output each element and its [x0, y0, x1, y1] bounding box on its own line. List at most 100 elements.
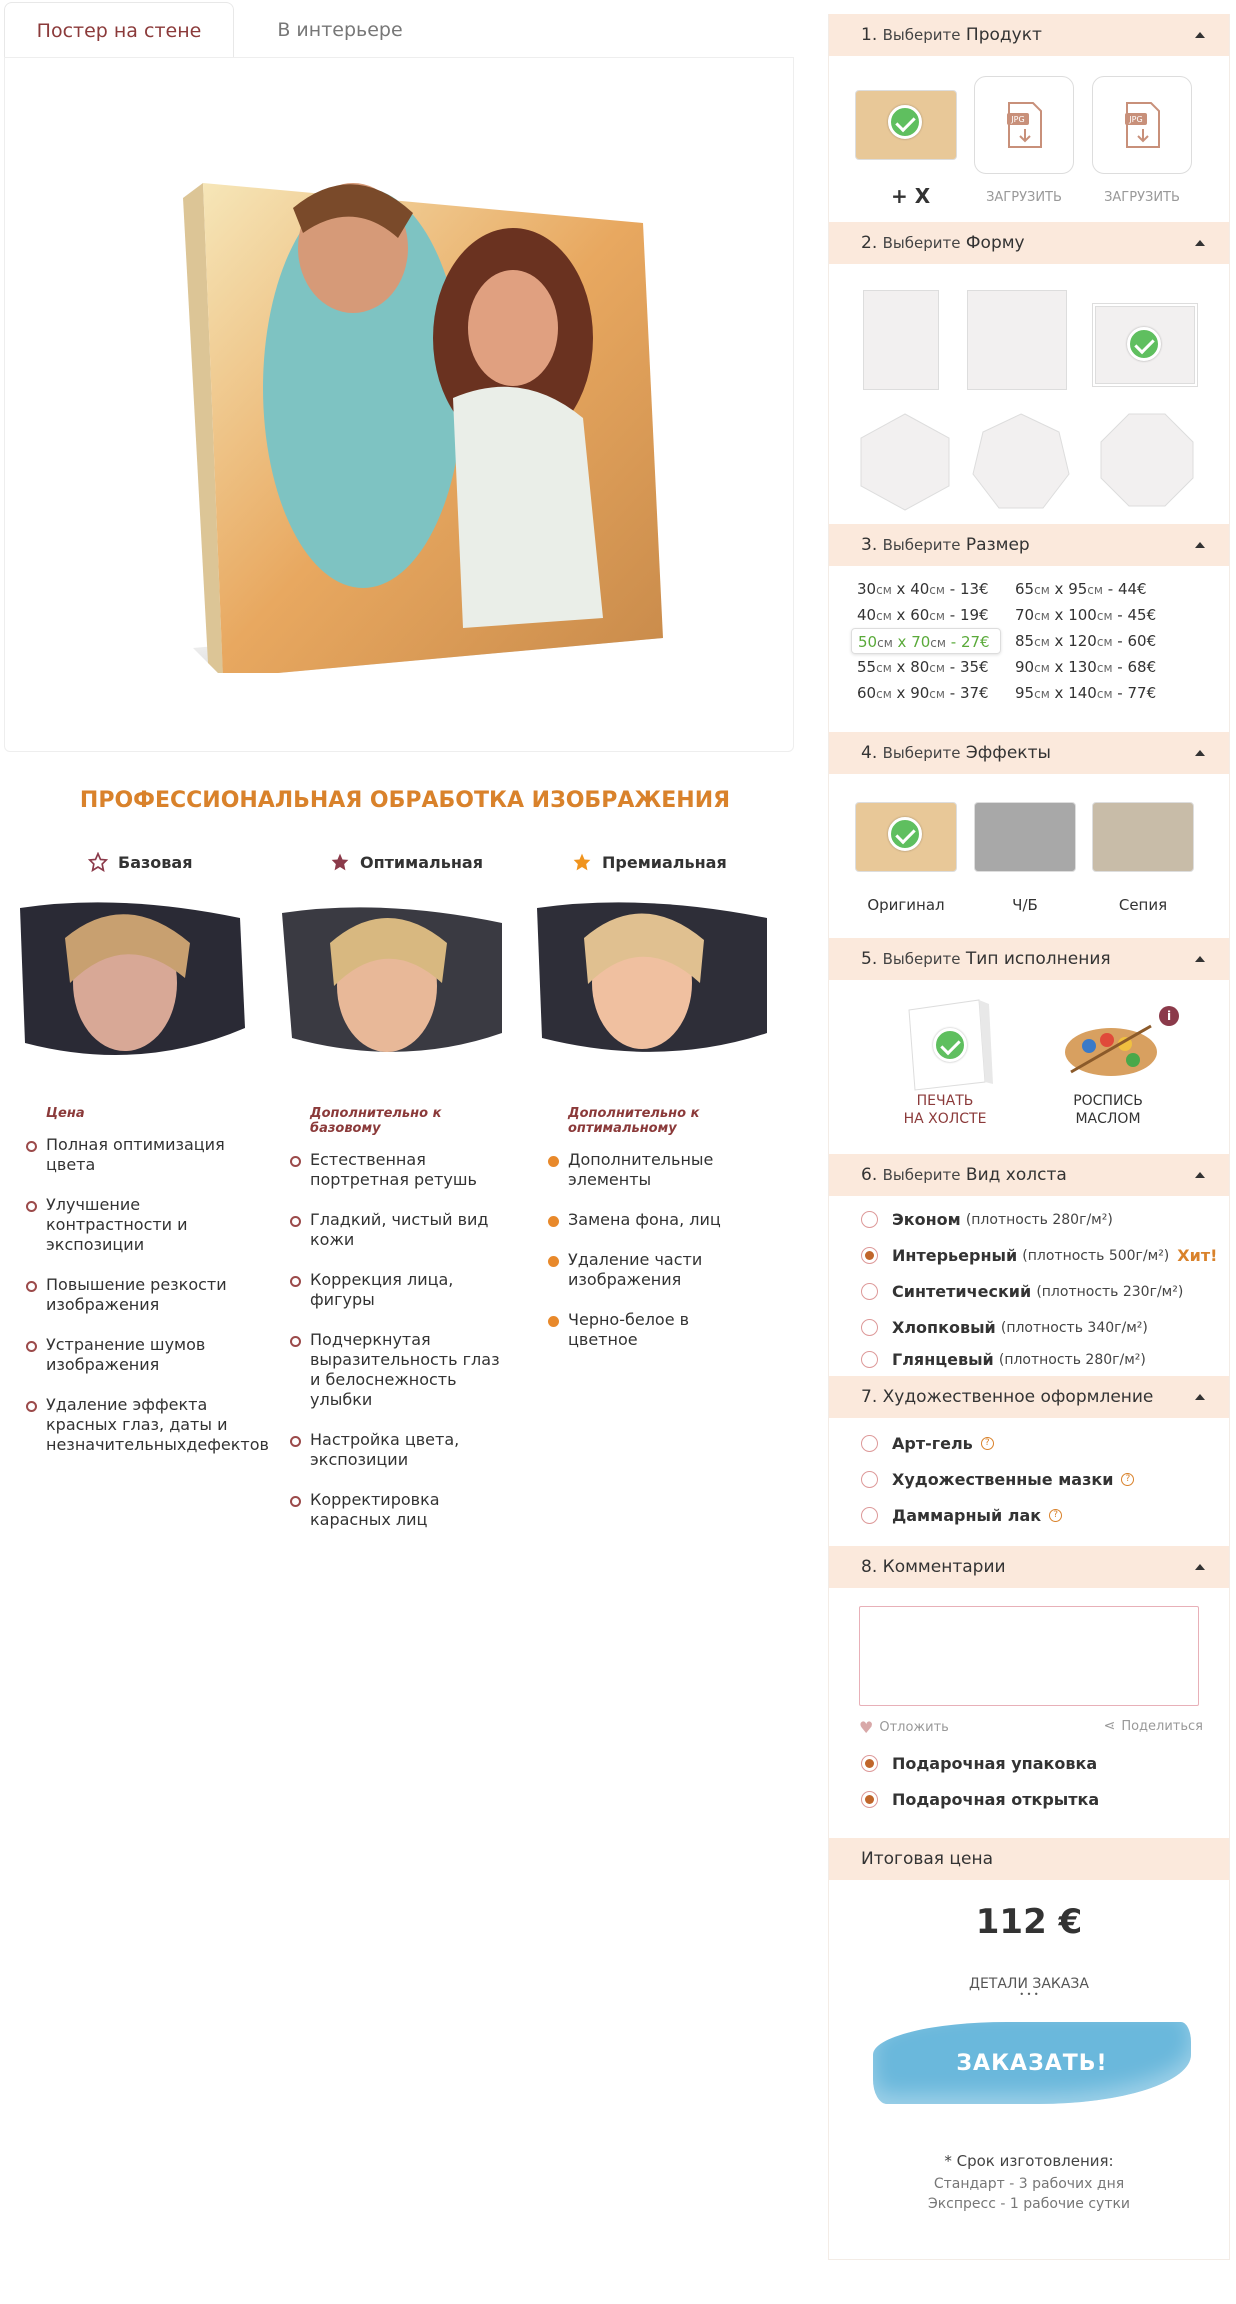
- list-item: Дополнительные элементы: [548, 1150, 772, 1190]
- shape-hexagon[interactable]: [859, 412, 951, 512]
- collapse-icon[interactable]: [1195, 956, 1205, 962]
- check-icon: [933, 1028, 967, 1062]
- section-header[interactable]: 4. Выберите Эффекты: [829, 732, 1229, 774]
- help-icon[interactable]: ?: [1049, 1509, 1063, 1522]
- size-option[interactable]: 70см x 100см - 45€: [1009, 602, 1159, 628]
- size-option[interactable]: 40см x 60см - 19€: [851, 602, 1001, 628]
- effect-label: Ч/Б: [1012, 896, 1038, 914]
- shape-portrait[interactable]: [863, 290, 939, 390]
- size-option[interactable]: 30см x 40см - 13€: [851, 576, 1001, 602]
- share-icon: ⋖: [1103, 1718, 1116, 1734]
- face-basic-image: [20, 902, 245, 1055]
- shape-octagon[interactable]: [1099, 412, 1195, 508]
- gift-card-option[interactable]: Подарочная открытка: [861, 1790, 1099, 1809]
- upload-box-1[interactable]: JPG: [974, 76, 1074, 174]
- order-button[interactable]: ЗАКАЗАТЬ!: [873, 2022, 1191, 2104]
- jpg-upload-icon: JPG: [1007, 102, 1042, 148]
- effect-sepia[interactable]: [1092, 802, 1194, 872]
- hit-badge: Хит!: [1177, 1246, 1218, 1265]
- preview-area: [4, 57, 794, 752]
- jpg-upload-icon: JPG: [1125, 102, 1160, 148]
- column-subtitle: Дополнительно к оптимальному: [568, 1106, 700, 1136]
- section-art: 7. Художественное оформление Арт-гель? Х…: [828, 1376, 1230, 1546]
- section-header[interactable]: 1. Выберите Продукт: [829, 14, 1229, 56]
- check-icon: [1127, 327, 1161, 361]
- effect-original[interactable]: [855, 802, 957, 872]
- upload-label-2[interactable]: ЗАГРУЗИТЬ: [1092, 190, 1192, 205]
- heart-icon: ♥: [859, 1718, 874, 1737]
- tab-poster[interactable]: Постер на стене: [4, 2, 234, 58]
- collapse-icon[interactable]: [1195, 240, 1205, 246]
- size-option[interactable]: 90см x 130см - 68€: [1009, 654, 1159, 680]
- collapse-icon[interactable]: [1195, 32, 1205, 38]
- processing-column-premium: Премиальная Дополнительно к оптимальному…: [522, 852, 772, 1370]
- tab-interior[interactable]: В интерьере: [240, 2, 440, 58]
- effect-label: Оригинал: [867, 896, 945, 914]
- canvas-print-label[interactable]: ПЕЧАТЬ НА ХОЛСТЕ: [885, 1092, 1005, 1128]
- express-time: Экспресс - 1 рабочие сутки: [927, 2196, 1131, 2212]
- list-item: Полная оптимизация цвета: [26, 1135, 250, 1175]
- collapse-icon[interactable]: [1195, 1172, 1205, 1178]
- size-option[interactable]: 60см x 90см - 37€: [851, 680, 1001, 706]
- dammar-varnish-option[interactable]: Даммарный лак?: [861, 1506, 1063, 1525]
- column-subtitle: Цена: [46, 1106, 85, 1121]
- column-subtitle: Дополнительно к базовому: [310, 1106, 442, 1136]
- size-option[interactable]: 85см x 120см - 60€: [1009, 628, 1159, 654]
- art-strokes-option[interactable]: Художественные мазки?: [861, 1470, 1135, 1489]
- size-option[interactable]: 95см x 140см - 77€: [1009, 680, 1159, 706]
- info-icon[interactable]: i: [1159, 1006, 1179, 1026]
- effect-label: Сепия: [1118, 896, 1168, 914]
- section-header[interactable]: 5. Выберите Тип исполнения: [829, 938, 1229, 980]
- canvas-option-glossy[interactable]: Глянцевый (плотность 280г/м²): [861, 1350, 1146, 1369]
- section-effects: 4. Выберите Эффекты Оригинал Ч/Б Сепия: [828, 732, 1230, 938]
- canvas-option-cotton[interactable]: Хлопковый (плотность 340г/м²): [861, 1318, 1148, 1337]
- upload-box-2[interactable]: JPG: [1092, 76, 1192, 174]
- effect-bw[interactable]: [974, 802, 1076, 872]
- share-link[interactable]: ⋖ Поделиться: [1104, 1718, 1203, 1734]
- list-item: Устранение шумов изображения: [26, 1335, 250, 1375]
- gift-wrap-option[interactable]: Подарочная упаковка: [861, 1754, 1097, 1773]
- processing-column-optimal: Оптимальная Дополнительно к базовому Ест…: [262, 852, 512, 1550]
- save-later-link[interactable]: ♥ Отложить: [859, 1718, 949, 1737]
- oil-palette-icon[interactable]: [1061, 1016, 1161, 1082]
- total-header: Итоговая цена: [829, 1838, 1229, 1880]
- help-icon[interactable]: ?: [980, 1437, 994, 1450]
- column-title: Базовая: [118, 852, 193, 872]
- help-icon[interactable]: ?: [1121, 1473, 1135, 1486]
- collapse-icon[interactable]: [1195, 542, 1205, 548]
- comment-textarea[interactable]: [859, 1606, 1199, 1706]
- canvas-option-econom[interactable]: Эконом (плотность 280г/м²): [861, 1210, 1113, 1229]
- section-header[interactable]: 8. Комментарии: [829, 1546, 1229, 1588]
- size-option[interactable]: 55см x 80см - 35€: [851, 654, 1001, 680]
- section-canvas-kind: 6. Выберите Вид холста Эконом (плотность…: [828, 1154, 1230, 1369]
- product-thumbnail[interactable]: [855, 90, 957, 160]
- collapse-icon[interactable]: [1195, 750, 1205, 756]
- section-header[interactable]: 7. Художественное оформление: [829, 1376, 1229, 1418]
- canvas-option-synthetic[interactable]: Синтетический (плотность 230г/м²): [861, 1282, 1183, 1301]
- section-header[interactable]: 6. Выберите Вид холста: [829, 1154, 1229, 1196]
- list-item: Настройка цвета, экспозиции: [290, 1430, 512, 1470]
- list-item: Естественная портретная ретушь: [290, 1150, 512, 1190]
- size-option[interactable]: 65см x 95см - 44€: [1009, 576, 1159, 602]
- processing-title: ПРОФЕССИОНАЛЬНАЯ ОБРАБОТКА ИЗОБРАЖЕНИЯ: [79, 788, 731, 813]
- shape-landscape[interactable]: [1095, 306, 1195, 384]
- lead-time-title: * Срок изготовления:: [944, 2152, 1114, 2170]
- column-title: Премиальная: [602, 852, 727, 872]
- section-total: Итоговая цена 112 € ДЕТАЛИ ЗАКАЗА • • • …: [828, 1838, 1230, 2260]
- art-gel-option[interactable]: Арт-гель?: [861, 1434, 994, 1453]
- oil-painting-label[interactable]: РОСПИСЬ МАСЛОМ: [1053, 1092, 1163, 1128]
- size-option[interactable]: 50см x 70см - 27€: [851, 628, 1001, 654]
- canvas-preview-image: [183, 183, 663, 673]
- column-title: Оптимальная: [360, 852, 483, 872]
- shape-heptagon[interactable]: [971, 412, 1071, 512]
- section-header[interactable]: 3. Выберите Размер: [829, 524, 1229, 566]
- collapse-icon[interactable]: [1195, 1564, 1205, 1570]
- upload-label-1[interactable]: ЗАГРУЗИТЬ: [974, 190, 1074, 205]
- shape-square[interactable]: [967, 290, 1067, 390]
- canvas-option-interior[interactable]: Интерьерный (плотность 500г/м²) Хит!: [861, 1246, 1217, 1265]
- section-header[interactable]: 2. Выберите Форму: [829, 222, 1229, 264]
- collapse-icon[interactable]: [1195, 1394, 1205, 1400]
- svg-text:JPG: JPG: [1128, 115, 1142, 124]
- star-outline-icon: [88, 852, 108, 872]
- check-icon: [888, 105, 922, 139]
